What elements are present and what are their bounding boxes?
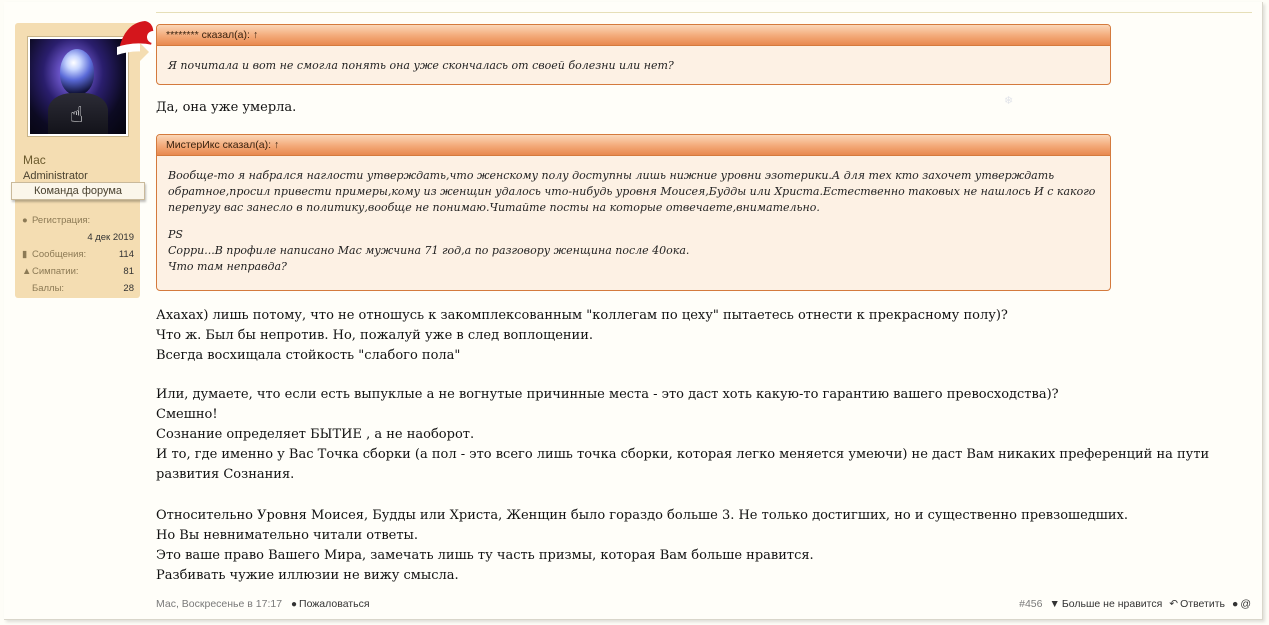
post-paragraph: Ахахах) лишь потому, что не отношусь к з… (156, 308, 1008, 363)
quote-header[interactable]: МистерИкс сказал(а): ↑ (157, 135, 1110, 156)
user-plus-icon: ● (22, 215, 28, 226)
user-stats: ● Регистрация: 4 дек 2019 ▮ Сообщения: 114… (22, 213, 134, 298)
user-card: ☝ Мас Administrator Команда форума ● Реги… (11, 21, 159, 298)
report-button[interactable]: ● Пожаловаться (291, 598, 370, 610)
reply-text: Да, она уже умерла. (156, 100, 297, 115)
comments-icon: ▮ (22, 249, 28, 260)
post-meta: Мас, Воскресенье в 17:17 ● Пожаловаться (156, 598, 370, 610)
stat-messages[interactable]: ▮ Сообщения: 114 (22, 247, 134, 264)
avatar-head-shape (60, 49, 94, 95)
quote-author: ******** сказал(а): (166, 29, 250, 41)
quote-text: Я почитала и вот не смогла понять она уж… (168, 59, 674, 72)
reply-button[interactable]: ↶ Ответить (1169, 598, 1225, 610)
thumbs-up-icon: ▲ (22, 266, 32, 277)
reply-icon: ↶ (1169, 598, 1179, 610)
dislike-button[interactable]: ▼ Больше не нравится (1049, 598, 1162, 610)
stat-points[interactable]: Баллы: 28 (22, 281, 134, 298)
post-actions: #456 ▼ Больше не нравится ↶ Ответить ● @ (1019, 598, 1251, 610)
user-role: Administrator (23, 170, 88, 182)
quote-jump-icon[interactable]: ↑ (274, 139, 279, 151)
quote-header[interactable]: ******** сказал(а): ↑ (157, 25, 1110, 46)
mention-button[interactable]: ● @ (1232, 598, 1251, 610)
quote-author: МистерИкс сказал(а): (166, 139, 271, 151)
hand-cursor-icon: ☝ (70, 103, 84, 128)
user-name[interactable]: Мас (23, 153, 46, 167)
stat-registration-value: 4 дек 2019 (87, 232, 134, 243)
quote-block: МистерИкс сказал(а): ↑ Вообще-то я набрал… (156, 134, 1111, 291)
stat-registration: ● Регистрация: (22, 215, 91, 226)
user-banner: Команда форума (11, 182, 145, 200)
post-author-date[interactable]: Мас, Воскресенье в 17:17 (156, 598, 282, 610)
post-paragraph: Относительно Уровня Моисея, Будды или Хр… (156, 508, 1129, 583)
quote-text: Вообще-то я набрался наглости утверждать… (168, 169, 1096, 273)
top-divider (156, 12, 1252, 13)
quote-block: ******** сказал(а): ↑ Я почитала и вот не… (156, 24, 1111, 85)
thumbs-down-icon: ▼ (1049, 598, 1060, 610)
snowflake-icon: ❄ (1004, 94, 1014, 107)
santa-hat-icon (117, 21, 159, 55)
user-icon: ● (1231, 598, 1239, 610)
quote-jump-icon[interactable]: ↑ (253, 29, 258, 41)
report-icon: ● (290, 599, 298, 610)
stat-likes: ▲Симпатии: 81 (22, 266, 134, 277)
post-paragraph: Или, думаете, что если есть выпуклые а н… (156, 387, 1210, 482)
post-number[interactable]: #456 (1019, 598, 1042, 610)
